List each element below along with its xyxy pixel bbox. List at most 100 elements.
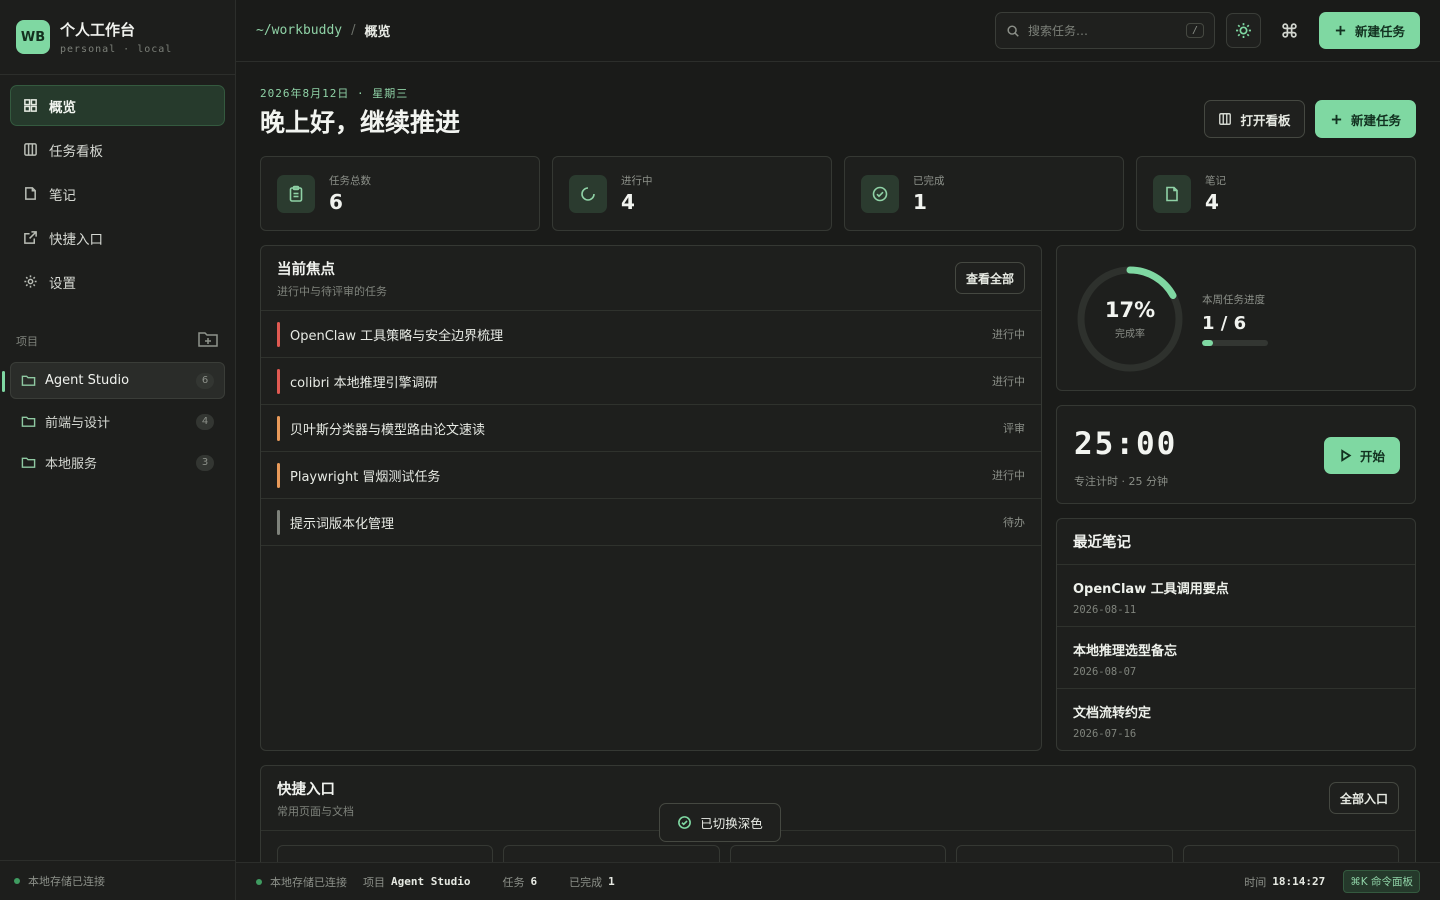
task-row[interactable]: OpenClaw 工具策略与安全边界梳理 进行中: [261, 311, 1041, 358]
command-palette-button[interactable]: [1272, 13, 1307, 48]
status-tasks-label: 任务: [502, 875, 525, 889]
stat-card-done: 已完成 1: [844, 156, 1124, 231]
sun-icon: [1236, 23, 1251, 38]
open-board-button[interactable]: 打开看板: [1204, 100, 1305, 138]
timer-caption: 专注计时 · 25 分钟: [1074, 475, 1168, 488]
view-all-button[interactable]: 查看全部: [954, 262, 1025, 294]
nav-item-overview[interactable]: 概览: [10, 85, 225, 126]
task-row[interactable]: 贝叶斯分类器与模型路由论文速读 评审: [261, 405, 1041, 452]
search-input[interactable]: [1028, 23, 1186, 38]
folder-plus-icon: [198, 332, 218, 347]
progress-ring: 17% 完成率: [1075, 264, 1185, 374]
task-row[interactable]: Playwright 冒烟测试任务 进行中: [261, 452, 1041, 499]
progress-label: 本周任务进度: [1202, 294, 1265, 306]
breadcrumb-current: 概览: [364, 25, 391, 40]
project-item[interactable]: 前端与设计 4: [10, 403, 225, 440]
note-date: 2026-07-16: [1073, 728, 1137, 740]
nav-item-board[interactable]: 任务看板: [10, 129, 225, 170]
progress-percent: 17%: [1104, 298, 1156, 322]
focus-panel: 当前焦点 进行中与待评审的任务 查看全部 OpenClaw 工具策略与安全边界梳…: [260, 245, 1042, 751]
command-palette-shortcut[interactable]: ⌘K 命令面板: [1343, 870, 1420, 893]
note-icon: [1166, 186, 1178, 201]
project-item[interactable]: 本地服务 3: [10, 444, 225, 481]
columns-icon: [1219, 113, 1232, 125]
connection-dot: [256, 878, 262, 885]
open-board-label: 打开看板: [1240, 113, 1291, 128]
columns-icon: [24, 143, 37, 156]
play-icon: [1341, 449, 1352, 462]
project-count: 4: [196, 413, 214, 430]
sidebar: WB 个人工作台 personal · local 概览 任务看板 笔记 快捷入…: [0, 0, 236, 900]
weekly-progress-panel: 17% 完成率 本周任务进度 1 / 6: [1056, 245, 1416, 391]
focus-timer-panel: 25:00 专注计时 · 25 分钟 开始: [1056, 405, 1416, 504]
nav-label: 设置: [49, 275, 76, 292]
nav-label: 笔记: [49, 187, 76, 204]
task-title: 提示词版本化管理: [290, 516, 395, 532]
date-line: 2026年8月12日 · 星期三: [260, 87, 409, 100]
task-title: 贝叶斯分类器与模型路由论文速读: [290, 422, 486, 438]
note-date: 2026-08-07: [1073, 666, 1137, 678]
progress-bar-fill: [1202, 340, 1214, 346]
new-task-label: 新建任务: [1350, 113, 1401, 128]
status-time-value: 18:14:27: [1272, 875, 1326, 888]
focus-subtitle: 进行中与待评审的任务: [277, 284, 387, 298]
external-link-icon: [24, 231, 37, 244]
task-row[interactable]: colibri 本地推理引擎调研 进行中: [261, 358, 1041, 405]
task-title: OpenClaw 工具策略与安全边界梳理: [290, 328, 504, 344]
task-row[interactable]: 提示词版本化管理 待办: [261, 499, 1041, 546]
app-logo: WB: [16, 20, 50, 54]
note-item[interactable]: OpenClaw 工具调用要点 2026-08-11: [1057, 565, 1415, 627]
storage-status: 本地存储已连接: [28, 874, 105, 888]
project-item[interactable]: Agent Studio 6: [2, 362, 225, 399]
theme-toggle-button[interactable]: [1226, 13, 1261, 48]
note-item[interactable]: 文档流转约定 2026-07-16: [1057, 689, 1415, 750]
project-name: 前端与设计: [45, 416, 111, 431]
start-timer-button[interactable]: 开始: [1324, 437, 1400, 474]
nav-item-notes[interactable]: 笔记: [10, 173, 225, 214]
app-title: 个人工作台: [60, 21, 136, 39]
note-title: OpenClaw 工具调用要点: [1073, 582, 1229, 597]
task-title: Playwright 冒烟测试任务: [290, 469, 441, 485]
timer-value: 25:00: [1074, 426, 1178, 462]
plus-icon: [1331, 114, 1342, 124]
task-priority-bar: [277, 462, 280, 488]
stat-value: 6: [329, 190, 343, 214]
stat-value: 4: [621, 190, 635, 214]
status-project-label: 项目: [363, 875, 385, 889]
task-priority-bar: [277, 368, 280, 394]
note-item[interactable]: 本地推理选型备忘 2026-08-07: [1057, 627, 1415, 689]
sidebar-footer: 本地存储已连接: [0, 860, 235, 900]
stat-label: 已完成: [913, 175, 945, 187]
add-project-button[interactable]: [197, 329, 219, 353]
grid-icon: [24, 99, 37, 112]
page-title: 晚上好，继续推进: [260, 108, 461, 137]
app-subtitle: personal · local: [60, 44, 173, 55]
loading-icon: [581, 186, 595, 201]
nav-item-shortcuts[interactable]: 快捷入口: [10, 217, 225, 258]
connection-dot: [14, 877, 20, 884]
nav-item-settings[interactable]: 设置: [10, 261, 225, 302]
task-status: 进行中: [992, 469, 1025, 482]
status-done-label: 已完成: [569, 875, 603, 889]
all-links-button[interactable]: 全部入口: [1328, 782, 1399, 814]
project-count: 6: [196, 372, 214, 389]
search-box[interactable]: /: [995, 12, 1215, 49]
progress-bar: [1202, 340, 1268, 346]
folder-icon: [21, 375, 36, 386]
note-list: OpenClaw 工具调用要点 2026-08-11 本地推理选型备忘 2026-08…: [1057, 565, 1415, 750]
nav-label: 快捷入口: [49, 231, 103, 248]
breadcrumb-path[interactable]: ~/workbuddy: [256, 23, 342, 38]
status-tasks-value: 6: [530, 875, 538, 888]
stat-label: 笔记: [1205, 175, 1226, 187]
task-priority-bar: [277, 509, 280, 535]
stat-card-notes: 笔记 4: [1136, 156, 1416, 231]
notes-title: 最近笔记: [1073, 535, 1131, 551]
progress-fraction: 1 / 6: [1202, 313, 1247, 334]
task-priority-bar: [277, 321, 280, 347]
new-task-button[interactable]: 新建任务: [1319, 12, 1420, 49]
stat-label: 任务总数: [329, 175, 371, 187]
status-project-value: Agent Studio: [391, 875, 471, 888]
projects-header: 项目: [0, 328, 235, 354]
new-task-button[interactable]: 新建任务: [1315, 100, 1416, 138]
check-circle-icon: [872, 186, 888, 201]
